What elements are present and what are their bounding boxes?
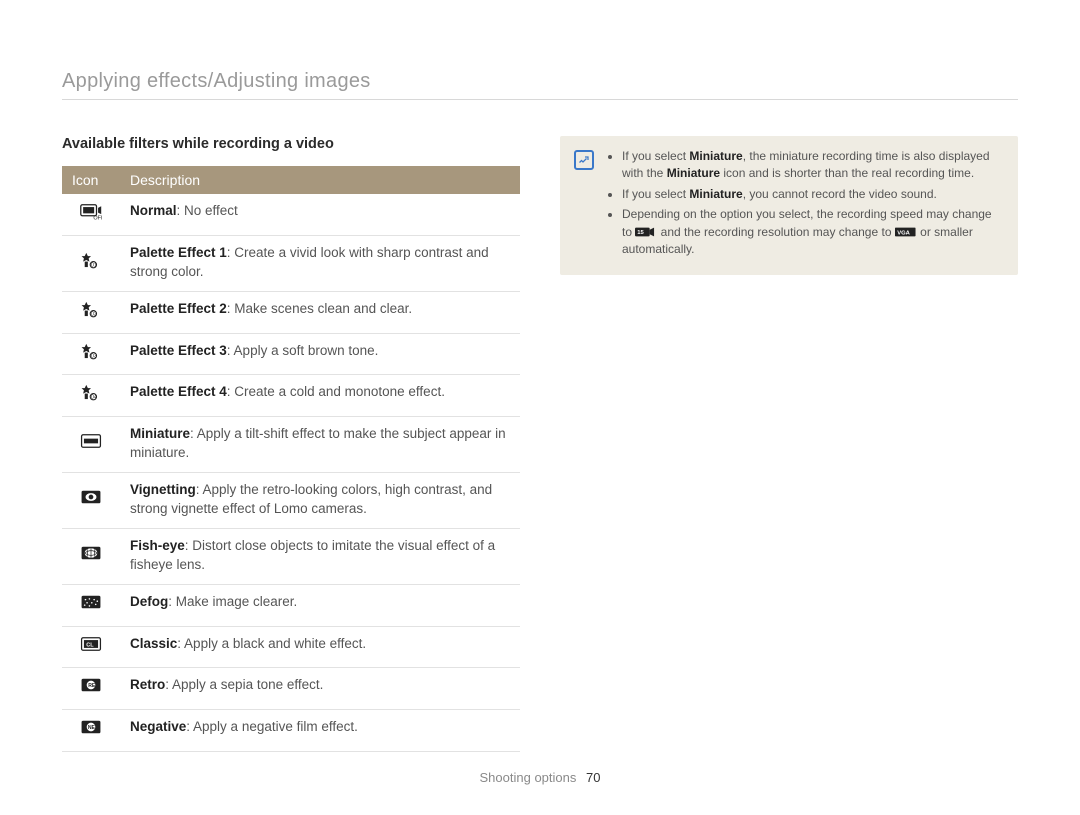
note-item: Depending on the option you select, the … (622, 206, 1000, 258)
page-footer: Shooting options 70 (0, 770, 1080, 785)
filter-description: Palette Effect 4: Create a cold and mono… (120, 375, 520, 417)
filter-description: Palette Effect 2: Make scenes clean and … (120, 291, 520, 333)
filter-name: Defog (130, 594, 168, 609)
footer-page-number: 70 (586, 770, 600, 785)
filter-name: Palette Effect 2 (130, 301, 227, 316)
note-list: If you select Miniature, the miniature r… (606, 148, 1000, 261)
svg-text:CL: CL (86, 642, 94, 648)
note-box: If you select Miniature, the miniature r… (560, 136, 1018, 275)
table-row: 04 Palette Effect 4: Create a cold and mo… (62, 375, 520, 417)
page-title: Applying effects/Adjusting images (62, 70, 1018, 93)
filter-name: Classic (130, 636, 177, 651)
table-row: 02 Palette Effect 2: Make scenes clean an… (62, 291, 520, 333)
filter-desc-text: : Apply a black and white effect. (177, 636, 366, 651)
filter-desc-text: : Create a cold and monotone effect. (227, 384, 445, 399)
off-icon: OFF (62, 194, 120, 235)
col-header-description: Description (120, 166, 520, 194)
filter-desc-text: : Apply a soft brown tone. (227, 343, 379, 358)
fish-icon (62, 528, 120, 584)
table-row: Vignetting: Apply the retro-looking colo… (62, 473, 520, 529)
filter-description: Negative: Apply a negative film effect. (120, 710, 520, 752)
title-rule (62, 99, 1018, 100)
filter-name: Normal (130, 203, 177, 218)
table-row: OFF Normal: No effect (62, 194, 520, 235)
filter-desc-text: : No effect (177, 203, 238, 218)
filter-description: Classic: Apply a black and white effect. (120, 626, 520, 668)
table-row: Fish-eye: Distort close objects to imita… (62, 528, 520, 584)
filter-description: Normal: No effect (120, 194, 520, 235)
vig-icon (62, 473, 120, 529)
filter-desc-text: : Make image clearer. (168, 594, 297, 609)
table-row: 03 Palette Effect 3: Apply a soft brown t… (62, 333, 520, 375)
filter-name: Palette Effect 1 (130, 245, 227, 260)
svg-text:03: 03 (91, 353, 97, 359)
filter-name: Fish-eye (130, 538, 185, 553)
svg-text:VGA: VGA (897, 230, 910, 236)
negative-icon: NE (62, 710, 120, 752)
filter-name: Palette Effect 4 (130, 384, 227, 399)
filter-name: Negative (130, 719, 186, 734)
filter-desc-text: : Distort close objects to imitate the v… (130, 538, 495, 572)
filter-description: Miniature: Apply a tilt-shift effect to … (120, 417, 520, 473)
mini-icon (62, 417, 120, 473)
filter-name: Miniature (130, 426, 190, 441)
svg-text:01: 01 (91, 263, 97, 269)
note-item: If you select Miniature, the miniature r… (622, 148, 1000, 183)
filter-name: Palette Effect 3 (130, 343, 227, 358)
section-heading: Available filters while recording a vide… (62, 136, 520, 152)
defog-icon (62, 584, 120, 626)
svg-text:15: 15 (638, 230, 645, 236)
filter-description: Defog: Make image clearer. (120, 584, 520, 626)
filter-description: Palette Effect 3: Apply a soft brown ton… (120, 333, 520, 375)
svg-text:02: 02 (91, 311, 97, 317)
table-row: Defog: Make image clearer. (62, 584, 520, 626)
retro-icon: RE (62, 668, 120, 710)
table-row: RE Retro: Apply a sepia tone effect. (62, 668, 520, 710)
filter-description: Fish-eye: Distort close objects to imita… (120, 528, 520, 584)
pal3-icon: 03 (62, 333, 120, 375)
filter-desc-text: : Apply a negative film effect. (186, 719, 358, 734)
filter-description: Vignetting: Apply the retro-looking colo… (120, 473, 520, 529)
filter-desc-text: : Make scenes clean and clear. (227, 301, 412, 316)
pal1-icon: 01 (62, 235, 120, 291)
svg-text:NE: NE (88, 725, 96, 731)
table-row: NE Negative: Apply a negative film effect… (62, 710, 520, 752)
table-row: Miniature: Apply a tilt-shift effect to … (62, 417, 520, 473)
pal2-icon: 02 (62, 291, 120, 333)
footer-section: Shooting options (480, 770, 577, 785)
pal4-icon: 04 (62, 375, 120, 417)
table-row: CL Classic: Apply a black and white effec… (62, 626, 520, 668)
svg-text:04: 04 (91, 395, 97, 401)
table-row: 01 Palette Effect 1: Create a vivid look … (62, 235, 520, 291)
classic-icon: CL (62, 626, 120, 668)
filter-name: Retro (130, 677, 165, 692)
note-item: If you select Miniature, you cannot reco… (622, 186, 1000, 203)
svg-text:RE: RE (88, 683, 96, 689)
svg-text:OFF: OFF (93, 216, 102, 220)
filter-description: Palette Effect 1: Create a vivid look wi… (120, 235, 520, 291)
filters-table: Icon Description OFF Normal: No effect 01 P… (62, 166, 520, 752)
filter-name: Vignetting (130, 482, 196, 497)
filter-description: Retro: Apply a sepia tone effect. (120, 668, 520, 710)
filter-desc-text: : Apply a sepia tone effect. (165, 677, 323, 692)
col-header-icon: Icon (62, 166, 120, 194)
note-icon (574, 150, 594, 170)
